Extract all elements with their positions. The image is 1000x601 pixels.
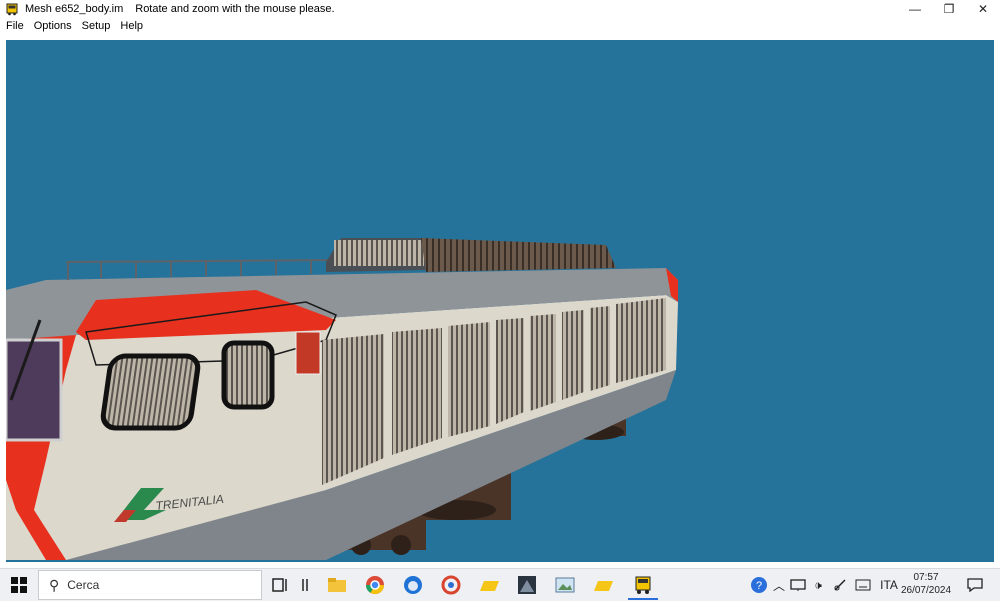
clock-date: 26/07/2024 — [900, 585, 952, 596]
taskbar: ⚲ Cerca ? ︿ 🕩 ITA 07:57 26/07/2024 — [0, 568, 1000, 601]
keyboard-icon[interactable] — [852, 569, 874, 601]
network-icon[interactable] — [788, 569, 808, 601]
cab-window-right — [221, 340, 275, 410]
number-plate — [295, 331, 321, 375]
title-bar: Mesh e652_body.im Rotate and zoom with t… — [0, 0, 1000, 18]
menu-help[interactable]: Help — [120, 20, 143, 32]
file-explorer-icon[interactable] — [324, 572, 350, 598]
thunderbird-icon[interactable] — [400, 572, 426, 598]
widgets-icon[interactable] — [292, 572, 318, 598]
clock-time: 07:57 — [913, 572, 939, 583]
svg-text:?: ? — [756, 580, 762, 592]
clock[interactable]: 07:57 26/07/2024 — [896, 571, 956, 599]
train-app-icon — [6, 3, 18, 16]
restore-button[interactable]: ❐ — [932, 0, 966, 18]
cab-window-left — [100, 353, 201, 431]
menu-options[interactable]: Options — [34, 20, 72, 32]
locomotive-mesh: TRENITALIA — [6, 238, 678, 560]
task-view-icon[interactable] — [268, 572, 294, 598]
menu-setup[interactable]: Setup — [82, 20, 111, 32]
folder-yellow-icon-2[interactable] — [590, 572, 616, 598]
search-box[interactable]: ⚲ Cerca — [38, 570, 262, 600]
chevron-up-icon[interactable]: ︿ — [770, 569, 788, 601]
close-button[interactable]: ✕ — [966, 0, 1000, 18]
window-controls: — ❐ ✕ — [898, 0, 1000, 18]
search-placeholder: Cerca — [67, 578, 100, 592]
search-icon: ⚲ — [49, 576, 60, 593]
roof-equipment — [326, 238, 616, 272]
minimize-button[interactable]: — — [898, 0, 932, 18]
folder-yellow-icon[interactable] — [476, 572, 502, 598]
pen-icon[interactable] — [830, 569, 850, 601]
train-app-taskbar-icon[interactable] — [630, 572, 656, 598]
image-viewer-icon[interactable] — [552, 572, 578, 598]
chrome-icon[interactable] — [362, 572, 388, 598]
ccleaner-icon[interactable] — [438, 572, 464, 598]
volume-icon[interactable]: 🕩 — [808, 569, 828, 601]
mesh-viewport[interactable]: TRENITALIA — [6, 40, 994, 562]
window-title: Mesh e652_body.im — [25, 3, 124, 15]
menu-bar: File Options Setup Help — [0, 18, 1000, 34]
mountain-app-icon[interactable] — [514, 572, 540, 598]
help-icon[interactable]: ? — [748, 569, 770, 601]
notification-icon[interactable] — [962, 569, 988, 601]
window-hint: Rotate and zoom with the mouse please. — [135, 3, 335, 15]
start-button[interactable] — [0, 569, 38, 601]
windows-icon — [11, 577, 27, 593]
menu-file[interactable]: File — [6, 20, 24, 32]
